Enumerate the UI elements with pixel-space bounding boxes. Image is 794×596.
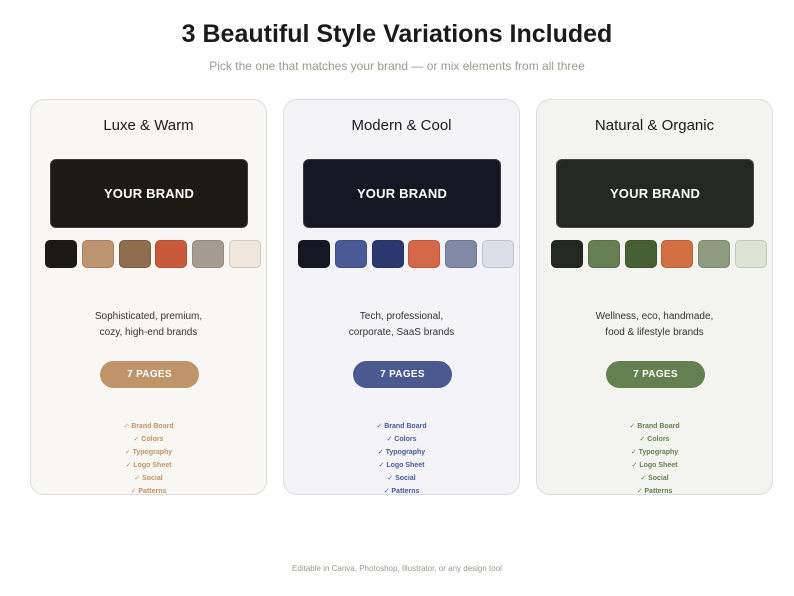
- color-swatches: [45, 240, 261, 269]
- color-swatch: [661, 240, 694, 268]
- pages-button[interactable]: 7 PAGES: [100, 361, 199, 388]
- card-description: Tech, professional, corporate, SaaS bran…: [284, 309, 519, 341]
- style-card-modern-cool: Modern & Cool YOUR BRAND Tech, professio…: [283, 99, 520, 495]
- feature-item: ✓ Typography: [630, 449, 679, 456]
- pages-button[interactable]: 7 PAGES: [353, 361, 452, 388]
- feature-list: ✓ Brand Board ✓ Colors ✓ Typography ✓ Lo…: [537, 420, 772, 498]
- color-swatch: [118, 240, 151, 268]
- color-swatches: [551, 240, 767, 269]
- feature-item: ✓ Brand Board: [123, 423, 174, 430]
- card-title: Modern & Cool: [351, 117, 452, 134]
- color-swatch: [371, 240, 404, 268]
- color-swatches: [298, 240, 514, 269]
- description-line: food & lifestyle brands: [605, 327, 704, 338]
- color-swatch: [624, 240, 657, 268]
- page-subtitle: Pick the one that matches your brand — o…: [209, 59, 585, 73]
- card-description: Wellness, eco, handmade, food & lifestyl…: [537, 309, 772, 341]
- description-line: Sophisticated, premium,: [94, 311, 203, 322]
- feature-item: ✓ Patterns: [636, 488, 673, 495]
- card-title: Luxe & Warm: [103, 117, 194, 134]
- feature-list: ✓ Brand Board ✓ Colors ✓ Typography ✓ Lo…: [31, 420, 266, 498]
- feature-item: ✓ Colors: [386, 436, 417, 443]
- feature-item: ✓ Patterns: [130, 488, 167, 495]
- footer-note: Editable in Canva, Photoshop, Illustrato…: [292, 564, 502, 573]
- page-title: 3 Beautiful Style Variations Included: [181, 20, 613, 48]
- color-swatch: [551, 240, 583, 268]
- feature-item: ✓ Social: [387, 475, 416, 482]
- color-swatch: [228, 240, 261, 268]
- color-swatch: [155, 240, 188, 268]
- color-swatch: [298, 240, 330, 268]
- feature-item: ✓ Social: [640, 475, 669, 482]
- card-description: Sophisticated, premium, cozy, high-end b…: [31, 309, 266, 341]
- brand-preview: YOUR BRAND: [556, 159, 754, 228]
- color-swatch: [192, 240, 225, 268]
- pages-button[interactable]: 7 PAGES: [606, 361, 705, 388]
- feature-item: ✓ Typography: [377, 449, 426, 456]
- brand-preview: YOUR BRAND: [303, 159, 501, 228]
- card-title: Natural & Organic: [594, 117, 715, 134]
- color-swatch: [334, 240, 367, 268]
- feature-item: ✓ Colors: [639, 436, 670, 443]
- style-card-luxe-warm: Luxe & Warm YOUR BRAND Sophisticated, pr…: [30, 99, 267, 495]
- description-line: cozy, high-end brands: [99, 327, 198, 338]
- color-swatch: [698, 240, 731, 268]
- color-swatch: [481, 240, 514, 268]
- feature-item: ✓ Colors: [133, 436, 164, 443]
- feature-item: ✓ Brand Board: [629, 423, 680, 430]
- brand-preview: YOUR BRAND: [50, 159, 248, 228]
- description-line: corporate, SaaS brands: [348, 327, 455, 338]
- color-swatch: [734, 240, 767, 268]
- feature-item: ✓ Logo Sheet: [378, 462, 425, 469]
- color-swatch: [45, 240, 77, 268]
- feature-list: ✓ Brand Board ✓ Colors ✓ Typography ✓ Lo…: [284, 420, 519, 498]
- color-swatch: [445, 240, 478, 268]
- feature-item: ✓ Logo Sheet: [631, 462, 678, 469]
- feature-item: ✓ Typography: [124, 449, 173, 456]
- feature-item: ✓ Patterns: [383, 488, 420, 495]
- color-swatch: [587, 240, 620, 268]
- color-swatch: [81, 240, 114, 268]
- feature-item: ✓ Brand Board: [376, 423, 427, 430]
- style-card-natural-organic: Natural & Organic YOUR BRAND Wellness, e…: [536, 99, 773, 495]
- description-line: Wellness, eco, handmade,: [595, 311, 714, 322]
- feature-item: ✓ Logo Sheet: [125, 462, 172, 469]
- feature-item: ✓ Social: [134, 475, 163, 482]
- color-swatch: [408, 240, 441, 268]
- description-line: Tech, professional,: [359, 311, 444, 322]
